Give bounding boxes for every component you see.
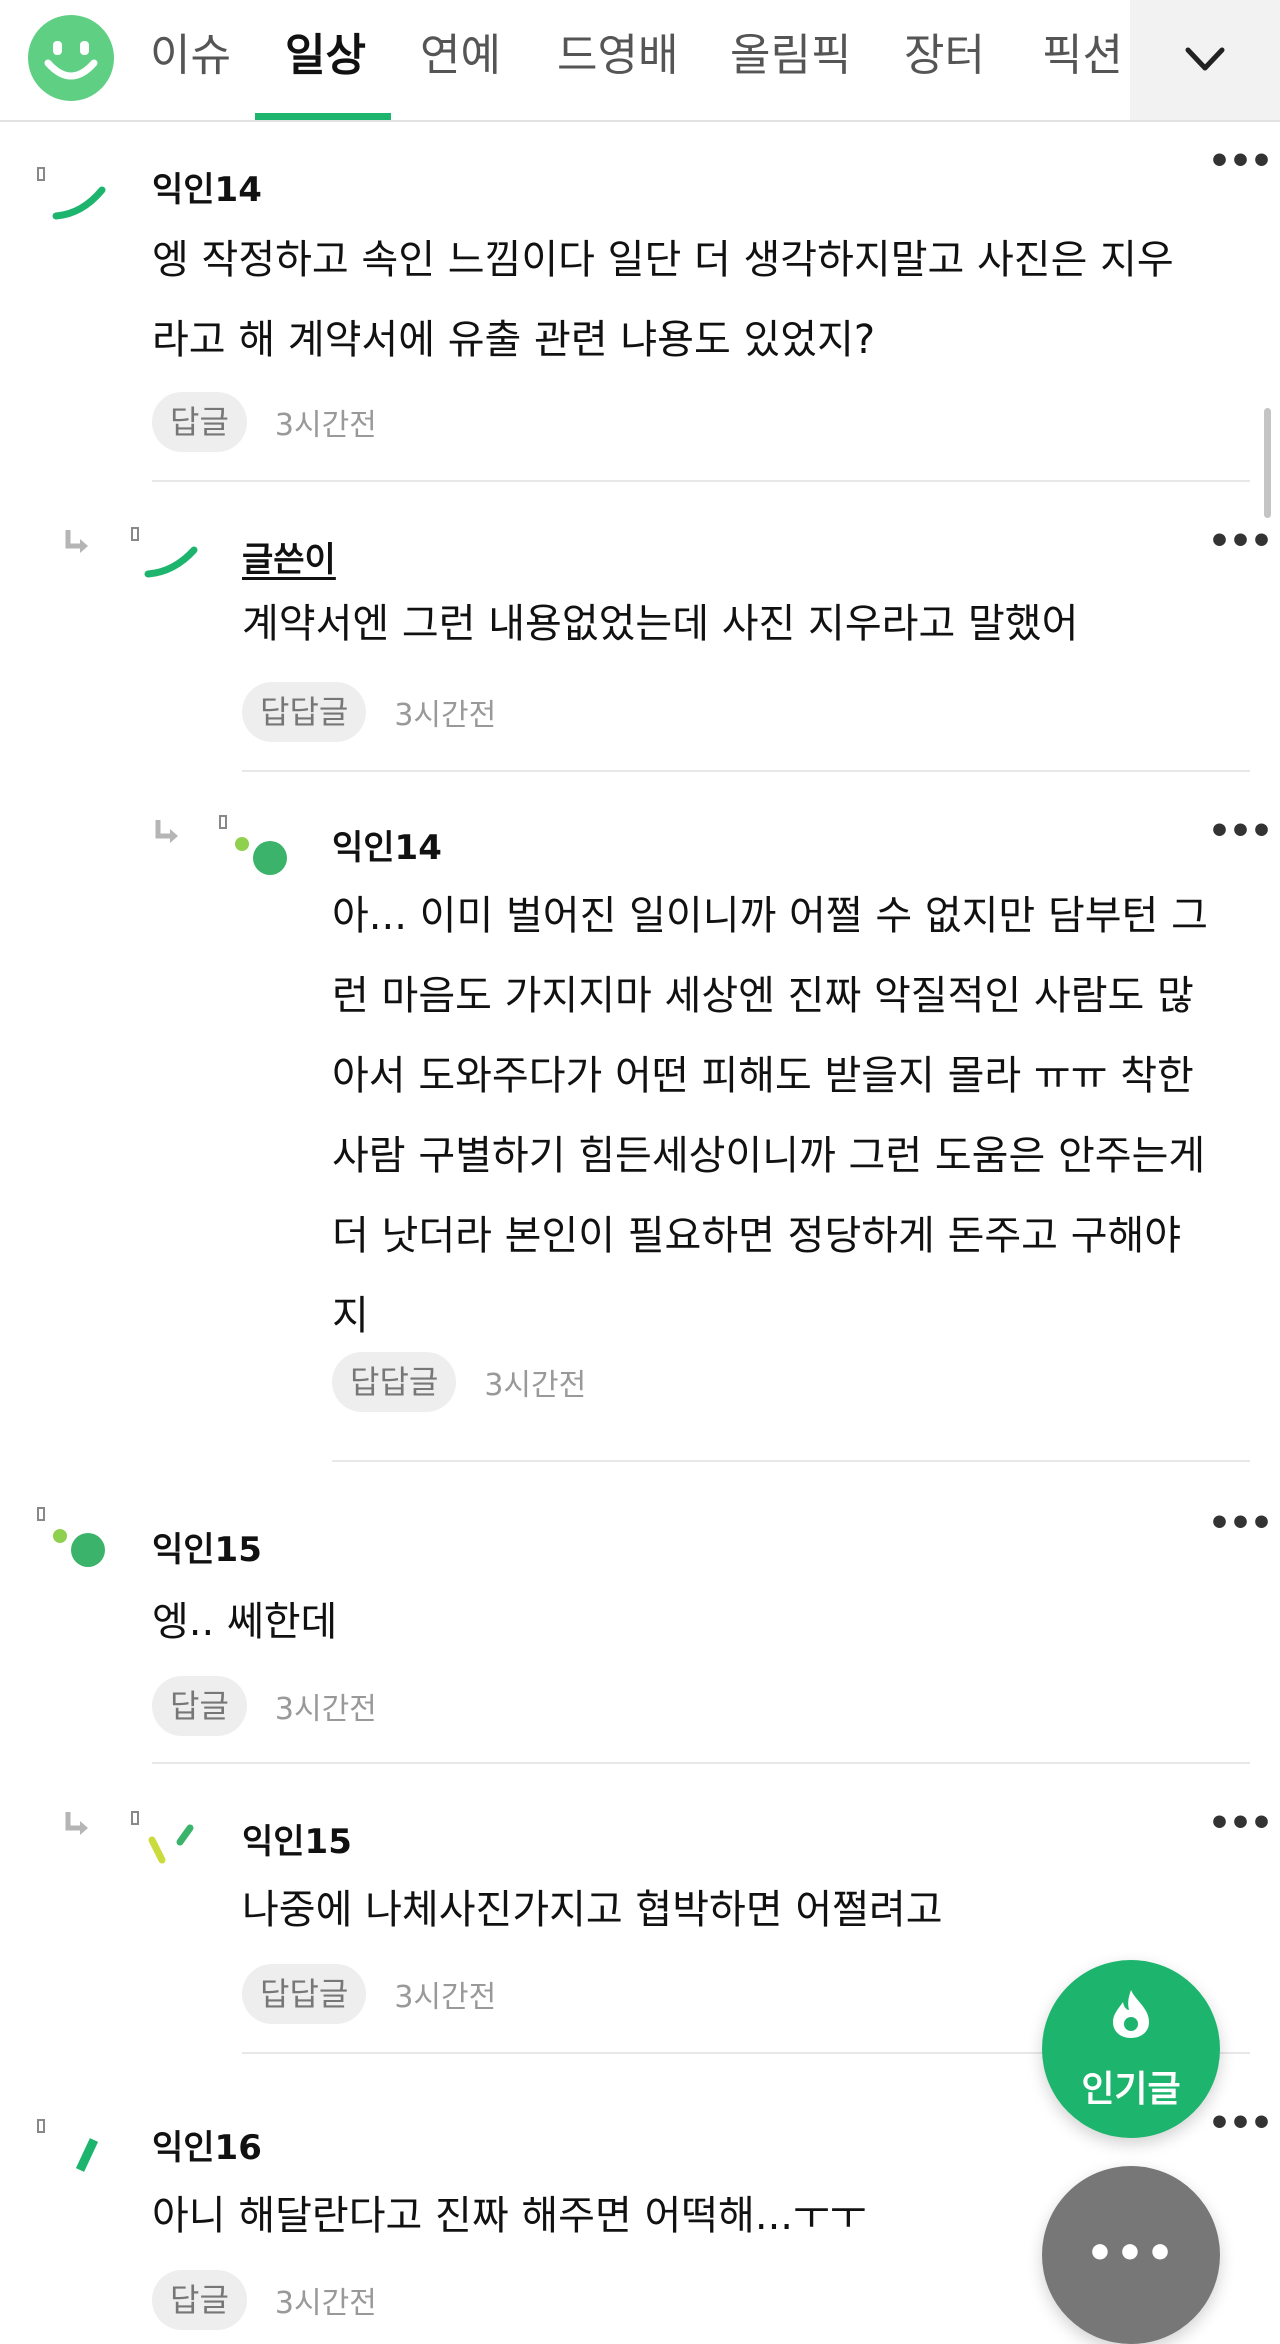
comment-line: 라고 해 계약서에 유출 관련 냐용도 있었지? (152, 317, 876, 363)
avatar-icon (131, 1811, 194, 1864)
comment-time: 3시간전 (274, 408, 377, 443)
comment-line: 런 마음도 가지지마 세상엔 진짜 악질적인 사람도 많 (332, 973, 1194, 1019)
chevron-down-icon (1185, 47, 1225, 71)
tab-issue[interactable]: 이슈 (150, 0, 231, 120)
reply-arrow-icon (65, 530, 88, 553)
reply-arrow-icon (65, 1812, 88, 1835)
comment-time: 3시간전 (274, 1692, 377, 1727)
more-dots-icon[interactable]: ••• (1208, 524, 1273, 560)
comment-line: 사람 구별하기 힘든세상이니까 그런 도움은 안주는게 (332, 1133, 1206, 1179)
comment-nickname[interactable]: 익인14 (152, 162, 262, 211)
comment-body: 아... 이미 벌어진 일이니까 어쩔 수 없지만 담부턴 그 런 마음도 가지… (332, 876, 1242, 1356)
comment-nickname[interactable]: 익인15 (152, 1522, 262, 1571)
comment-time: 3시간전 (394, 698, 497, 733)
comment-line: 지 (332, 1293, 369, 1339)
more-dots-icon: ••• (1085, 2228, 1177, 2279)
active-tab-indicator (255, 113, 391, 120)
comment-meta: 답답글 3시간전 (242, 682, 496, 742)
popular-posts-button[interactable]: 인기글 (1042, 1960, 1220, 2138)
more-dots-icon[interactable]: ••• (1208, 814, 1273, 850)
comment-reply: 글쓴이 ••• 계약서엔 그런 내용없었는데 사진 지우라고 말했어 답답글 3시… (0, 482, 1280, 772)
comment-reply: 익인14 ••• 아... 이미 벌어진 일이니까 어쩔 수 없지만 담부턴 그… (0, 772, 1280, 1462)
avatar-icon (37, 2119, 99, 2172)
comment-body: 엥 작정하고 속인 느낌이다 일단 더 생각하지말고 사진은 지우 라고 해 계… (152, 220, 1232, 380)
tab-entertainment[interactable]: 연예 (420, 0, 501, 120)
reply-button[interactable]: 답답글 (242, 1964, 367, 2024)
more-dots-icon[interactable]: ••• (1208, 1806, 1273, 1842)
smile-logo-icon[interactable] (28, 15, 114, 101)
tab-market[interactable]: 장터 (904, 0, 985, 120)
comment-line: 아니 해달란다고 진짜 해주면 어떡해...ㅜㅜ (152, 2193, 867, 2239)
comment: 익인15 ••• 엥.. 쎄한데 답글 3시간전 (0, 1462, 1280, 1764)
popular-posts-label: 인기글 (1081, 2069, 1181, 2110)
more-dots-icon[interactable]: ••• (1208, 1506, 1273, 1542)
expand-categories-button[interactable] (1130, 0, 1280, 120)
comment-meta: 답글 3시간전 (152, 392, 377, 452)
avatar-icon (131, 527, 198, 578)
tab-daily[interactable]: 일상 (285, 0, 366, 120)
tab-olympics[interactable]: 올림픽 (730, 0, 851, 120)
comment-nickname[interactable]: 익인16 (152, 2120, 262, 2169)
tab-drama[interactable]: 드영배 (557, 0, 678, 120)
reply-button[interactable]: 답글 (152, 2270, 247, 2330)
more-menu-button[interactable]: ••• (1042, 2166, 1220, 2344)
comment-line: 엥 작정하고 속인 느낌이다 일단 더 생각하지말고 사진은 지우 (152, 237, 1174, 283)
category-tabs: 이슈 일상 연예 드영배 올림픽 장터 픽션 (130, 0, 1130, 122)
comment-meta: 답답글 3시간전 (332, 1352, 586, 1412)
fire-icon (1113, 1990, 1149, 2038)
reply-arrow-icon (155, 820, 178, 843)
comment: 익인14 ••• 엥 작정하고 속인 느낌이다 일단 더 생각하지말고 사진은 … (0, 122, 1280, 482)
reply-button[interactable]: 답글 (152, 392, 247, 452)
comment-line: 나중에 나체사진가지고 협박하면 어쩔려고 (242, 1887, 943, 1933)
comment-line: 더 낫더라 본인이 필요하면 정당하게 돈주고 구해야 (332, 1213, 1182, 1259)
comment-line: 아... 이미 벌어진 일이니까 어쩔 수 없지만 담부턴 그 (332, 893, 1208, 939)
comment-nickname[interactable]: 글쓴이 (242, 532, 336, 581)
comment-nickname[interactable]: 익인15 (242, 1814, 352, 1863)
avatar-icon (37, 167, 106, 220)
top-nav: 이슈 일상 연예 드영배 올림픽 장터 픽션 (0, 0, 1280, 122)
tab-fiction[interactable]: 픽션 (1042, 0, 1123, 120)
reply-button[interactable]: 답답글 (332, 1352, 457, 1412)
reply-button[interactable]: 답답글 (242, 682, 367, 742)
reply-button[interactable]: 답글 (152, 1676, 247, 1736)
comment-time: 3시간전 (394, 1980, 497, 2015)
comment-line: 계약서엔 그런 내용없었는데 사진 지우라고 말했어 (242, 601, 1079, 647)
comment-body: 엥.. 쎄한데 (152, 1582, 1232, 1662)
avatar-icon (37, 1507, 105, 1567)
comment-nickname[interactable]: 익인14 (332, 820, 442, 869)
comment-body: 계약서엔 그런 내용없었는데 사진 지우라고 말했어 (242, 584, 1232, 664)
avatar-icon (219, 815, 287, 875)
comment-time: 3시간전 (274, 2286, 377, 2321)
more-dots-icon[interactable]: ••• (1208, 144, 1273, 180)
comment-line: 엥.. 쎄한데 (152, 1599, 338, 1645)
comment-time: 3시간전 (484, 1368, 587, 1403)
comment-body: 나중에 나체사진가지고 협박하면 어쩔려고 (242, 1870, 1232, 1950)
comment-line: 아서 도와주다가 어떤 피해도 받을지 몰라 ㅠㅠ 착한 (332, 1053, 1194, 1099)
comment-meta: 답글 3시간전 (152, 2270, 377, 2330)
comment-meta: 답글 3시간전 (152, 1676, 377, 1736)
comment-body: 아니 해달란다고 진짜 해주면 어떡해...ㅜㅜ (152, 2176, 1032, 2256)
more-dots-icon[interactable]: ••• (1208, 2106, 1273, 2142)
comment-meta: 답답글 3시간전 (242, 1964, 496, 2024)
